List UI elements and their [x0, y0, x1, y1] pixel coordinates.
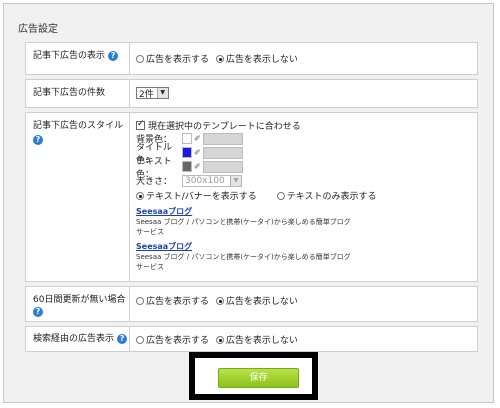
row-value: 2件 ▼ — [130, 80, 477, 107]
settings-form: 記事下広告の表示? 広告を表示する 広告を表示しない 記事下広告の件数 2件 ▼ … — [25, 42, 478, 356]
title-color-input[interactable] — [202, 146, 243, 159]
label-text: 記事下広告の件数 — [33, 88, 106, 98]
ad-description: サービス — [136, 263, 164, 271]
eyedropper-icon[interactable]: ✐ — [194, 134, 201, 143]
eyedropper-icon[interactable]: ✐ — [194, 162, 201, 171]
help-icon[interactable]: ? — [33, 306, 43, 317]
radio-text-only-label: テキストのみ表示する — [286, 192, 377, 202]
count-select-value: 2件 — [139, 89, 154, 100]
bg-color-input[interactable] — [202, 132, 243, 145]
chevron-down-icon: ▼ — [230, 175, 241, 186]
radio-hide-label: 広告を表示しない — [225, 336, 298, 346]
radio-show[interactable] — [136, 54, 144, 63]
radio-hide[interactable] — [215, 54, 224, 63]
size-select-value: 300x100 — [185, 175, 225, 186]
eyedropper-icon[interactable]: ✐ — [194, 148, 201, 157]
help-icon[interactable]: ? — [33, 135, 43, 145]
save-highlight-box: 保存 — [189, 352, 318, 400]
radio-show-label: 広告を表示する — [146, 336, 210, 346]
row-label: 記事下広告のスタイル ? — [26, 113, 130, 281]
bg-color-swatch — [182, 133, 192, 144]
row-label: 記事下広告の表示? — [26, 43, 130, 74]
row-style: 記事下広告のスタイル ? 現在選択中のテンプレートに合わせる 背景色： ✐ タイ… — [25, 112, 478, 282]
ad-description: Seesaa ブログ / パソコンと携帯(ケータイ)から楽しめる簡単ブログ — [136, 253, 351, 261]
radio-text-banner[interactable] — [136, 191, 144, 200]
help-icon[interactable]: ? — [117, 333, 128, 344]
radio-hide-label: 広告を表示しない — [225, 55, 298, 65]
bg-color-line: 背景色： ✐ — [136, 132, 477, 145]
ad-title-link[interactable]: Seesaaブログ — [136, 241, 477, 252]
row-value: 現在選択中のテンプレートに合わせる 背景色： ✐ タイトル色： ✐ テキスト色： — [130, 113, 477, 281]
template-checkbox-label: 現在選択中のテンプレートに合わせる — [148, 121, 301, 132]
size-select[interactable]: 300x100 ▼ — [182, 174, 242, 187]
row-value: 広告を表示する 広告を表示しない — [130, 287, 477, 321]
radio-hide[interactable] — [215, 296, 224, 305]
help-icon[interactable]: ? — [108, 50, 119, 61]
count-select[interactable]: 2件 ▼ — [136, 87, 169, 100]
chevron-down-icon: ▼ — [156, 88, 168, 98]
row-label: 60日間更新が無い場合 ? — [26, 287, 130, 321]
label-text: 60日間更新が無い場合 — [33, 295, 126, 305]
radio-show-label: 広告を表示する — [146, 297, 210, 307]
radio-hide-label: 広告を表示しない — [225, 297, 298, 307]
row-inactive: 60日間更新が無い場合 ? 広告を表示する 広告を表示しない — [25, 286, 478, 322]
radio-show-label: 広告を表示する — [146, 55, 210, 65]
text-color-input[interactable] — [202, 160, 243, 173]
ad-settings-panel: 広告設定 記事下広告の表示? 広告を表示する 広告を表示しない 記事下広告の件数… — [3, 3, 494, 403]
label-text: 記事下広告のスタイル — [33, 121, 124, 131]
row-label: 検索経由の広告表示? — [26, 327, 130, 351]
radio-hide[interactable] — [215, 335, 224, 344]
row-value: 広告を表示する 広告を表示しない — [130, 327, 477, 351]
row-label: 記事下広告の件数 — [26, 80, 130, 107]
row-search: 検索経由の広告表示? 広告を表示する 広告を表示しない — [25, 326, 478, 352]
title-color-line: タイトル色： ✐ — [136, 143, 477, 166]
size-label: 大きさ： — [136, 177, 173, 187]
title-color-swatch — [182, 147, 192, 158]
ad-preview: Seesaaブログ Seesaa ブログ / パソコンと携帯(ケータイ)から楽し… — [136, 206, 477, 272]
panel-title: 広告設定 — [18, 24, 58, 35]
ad-item: Seesaaブログ Seesaa ブログ / パソコンと携帯(ケータイ)から楽し… — [136, 241, 477, 272]
radio-text-banner-label: テキスト/バナーを表示する — [146, 192, 257, 202]
ad-item: Seesaaブログ Seesaa ブログ / パソコンと携帯(ケータイ)から楽し… — [136, 206, 477, 237]
radio-text-only[interactable] — [276, 191, 285, 200]
ad-description: サービス — [136, 228, 164, 236]
text-color-line: テキスト色： ✐ — [136, 157, 477, 180]
row-value: 広告を表示する 広告を表示しない — [130, 43, 477, 74]
mode-line: テキスト/バナーを表示する テキストのみ表示する — [136, 189, 477, 202]
ad-title-link[interactable]: Seesaaブログ — [136, 206, 477, 217]
text-color-swatch — [182, 161, 192, 172]
save-button[interactable]: 保存 — [218, 368, 299, 388]
ad-description: Seesaa ブログ / パソコンと携帯(ケータイ)から楽しめる簡単ブログ — [136, 218, 351, 226]
size-line: 大きさ： 300x100 ▼ — [136, 174, 477, 187]
template-checkbox[interactable] — [136, 119, 145, 130]
row-display: 記事下広告の表示? 広告を表示する 広告を表示しない — [25, 42, 478, 75]
radio-show[interactable] — [136, 335, 144, 344]
label-text: 記事下広告の表示 — [33, 51, 106, 61]
radio-show[interactable] — [136, 296, 144, 305]
label-text: 検索経由の広告表示 — [33, 334, 115, 344]
row-count: 記事下広告の件数 2件 ▼ — [25, 79, 478, 108]
